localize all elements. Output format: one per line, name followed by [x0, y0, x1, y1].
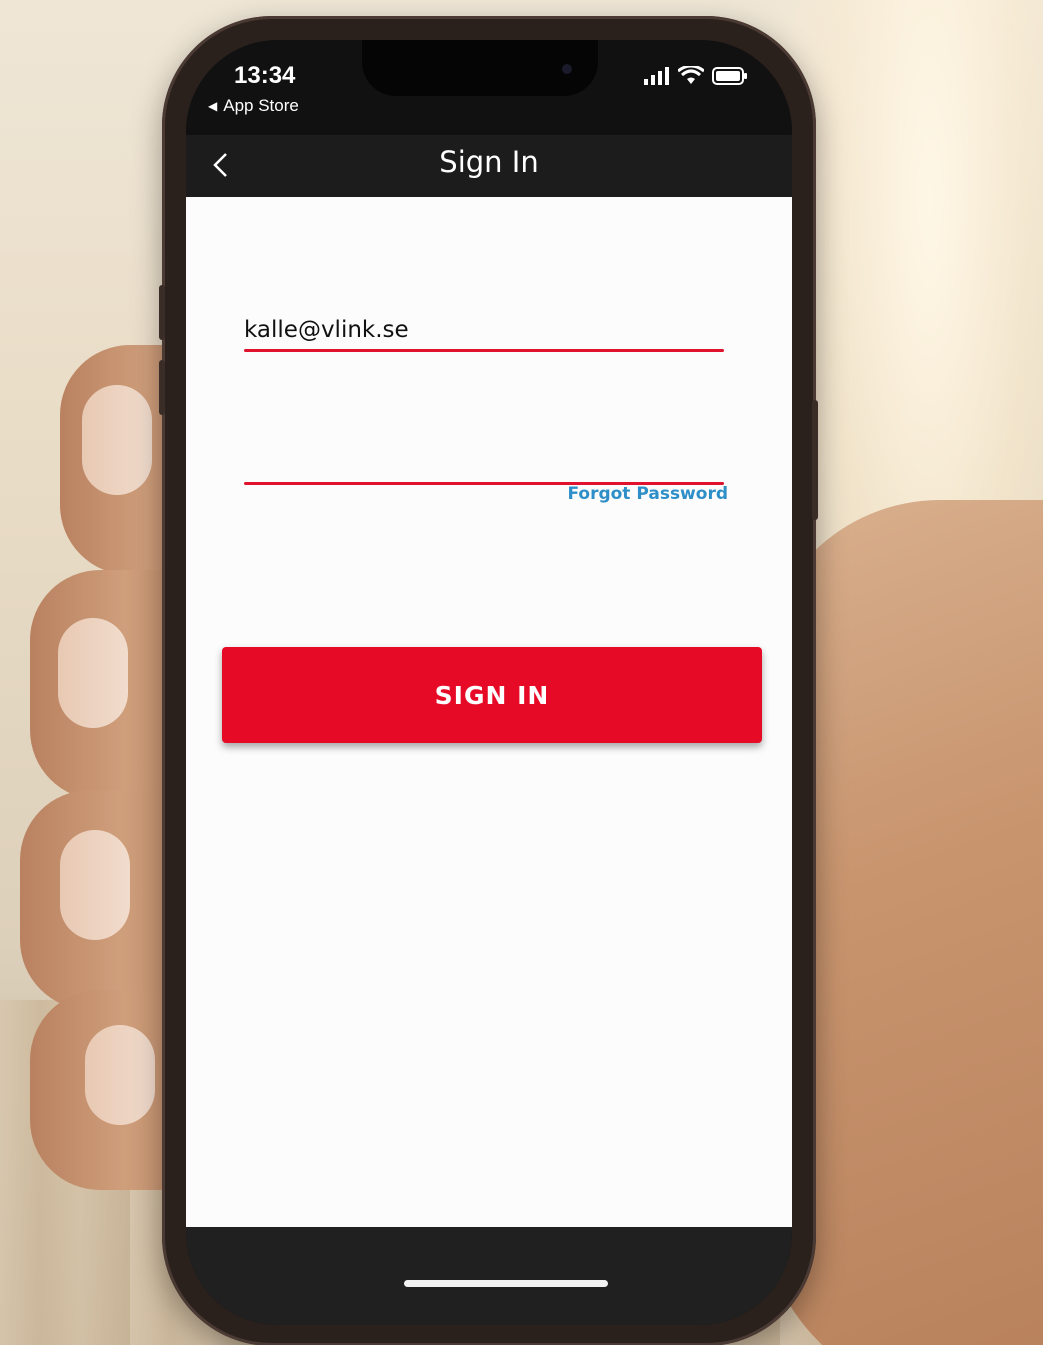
volume-down-button — [159, 360, 165, 415]
fingernail — [82, 385, 152, 495]
email-underline — [244, 349, 724, 352]
back-triangle-icon: ◀ — [208, 99, 218, 113]
bottom-bar — [186, 1227, 792, 1325]
sign-in-button[interactable]: SIGN IN — [222, 647, 762, 743]
password-field[interactable] — [244, 437, 724, 487]
back-to-app-link[interactable]: ◀ App Store — [208, 96, 299, 116]
camera-icon — [562, 64, 572, 74]
forgot-password-link[interactable]: Forgot Password — [567, 484, 728, 504]
fingernail — [60, 830, 130, 940]
back-app-label: App Store — [223, 96, 299, 115]
email-field[interactable]: kalle@vlink.se — [244, 317, 724, 352]
navigation-bar: Sign In — [186, 135, 792, 197]
system-icons — [644, 66, 748, 86]
status-time: 13:34 — [234, 62, 296, 89]
fingernail — [85, 1025, 155, 1125]
home-indicator[interactable] — [404, 1280, 608, 1287]
notch — [362, 40, 598, 96]
wifi-icon — [678, 66, 704, 84]
fingernail — [58, 618, 128, 728]
battery-icon — [712, 67, 747, 85]
volume-up-button — [159, 285, 165, 340]
email-input[interactable]: kalle@vlink.se — [244, 317, 724, 349]
page-title: Sign In — [439, 145, 539, 179]
phone-screen: 13:34 ◀ App Store Sign In kalle@vlink.se… — [186, 40, 792, 1325]
signin-form: kalle@vlink.se Forgot Password SIGN IN — [186, 197, 792, 1227]
photo-scene: 13:34 ◀ App Store Sign In kalle@vlink.se… — [0, 0, 1043, 1345]
cellular-signal-icon — [644, 67, 669, 85]
status-bar: 13:34 ◀ App Store — [186, 40, 792, 135]
power-button — [812, 400, 818, 520]
